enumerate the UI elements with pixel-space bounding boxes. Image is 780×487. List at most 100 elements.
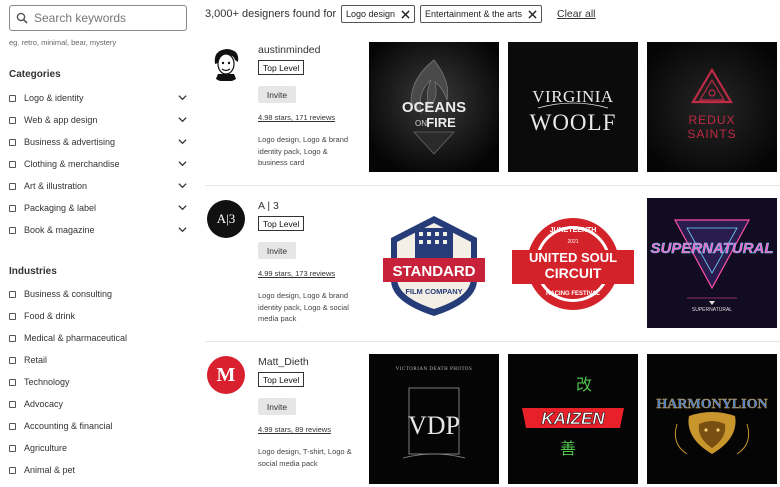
logo-text: WOOLF xyxy=(530,110,617,135)
designer-specialties: Logo design, Logo & brand identity pack,… xyxy=(258,135,349,167)
industry-item[interactable]: Animal & pet xyxy=(9,459,189,481)
level-badge: Top Level xyxy=(258,60,305,75)
designer-card: M Matt_Dieth Top Level Invite 4.99 stars… xyxy=(205,354,780,487)
industry-item[interactable]: Business & consulting xyxy=(9,283,189,305)
level-badge: Top Level xyxy=(258,372,305,387)
checkbox[interactable] xyxy=(9,226,16,234)
category-item[interactable]: Logo & identity xyxy=(9,87,189,109)
invite-button[interactable]: Invite xyxy=(258,86,296,103)
portfolio-thumbnail[interactable]: 改 KAIZEN 善 xyxy=(508,354,638,484)
close-icon[interactable] xyxy=(528,9,537,19)
logo-text: REDUX xyxy=(688,113,735,127)
logo-text: 善 xyxy=(560,439,576,458)
designer-name[interactable]: austinminded xyxy=(258,44,320,56)
category-item[interactable]: Art & illustration xyxy=(9,175,189,197)
chevron-down-icon[interactable] xyxy=(178,115,187,124)
logo-text: KAIZEN xyxy=(541,409,605,428)
avatar[interactable] xyxy=(207,44,245,82)
checkbox[interactable] xyxy=(9,334,16,342)
designer-name[interactable]: A | 3 xyxy=(258,200,279,212)
checkbox[interactable] xyxy=(9,400,16,408)
checkbox[interactable] xyxy=(9,94,16,102)
designer-name[interactable]: Matt_Dieth xyxy=(258,356,309,368)
industry-item[interactable]: Agriculture xyxy=(9,437,189,459)
filter-chip-logo-design[interactable]: Logo design xyxy=(341,5,416,23)
logo-text: VDP xyxy=(408,411,460,440)
industry-item[interactable]: Food & drink xyxy=(9,305,189,327)
search-input[interactable] xyxy=(34,11,174,25)
logo-text: CIRCUIT xyxy=(545,265,602,281)
level-badge: Top Level xyxy=(258,216,305,231)
portfolio-thumbnail[interactable]: STANDARD FILM COMPANY xyxy=(369,198,499,328)
checkbox[interactable] xyxy=(9,116,16,124)
avatar-text: A|3 xyxy=(216,211,236,226)
industry-item[interactable]: Advocacy xyxy=(9,393,189,415)
results-count: 3,000+ designers found for xyxy=(205,8,337,20)
category-item[interactable]: Book & magazine xyxy=(9,219,189,241)
checkbox[interactable] xyxy=(9,160,16,168)
portfolio-thumbnail[interactable]: HARMONYLION xyxy=(647,354,777,484)
portfolio-thumbnail[interactable]: OCEANS ON FIRE xyxy=(369,42,499,172)
invite-button[interactable]: Invite xyxy=(258,242,296,259)
filter-sidebar: eg. retro, minimal, bear, mystery Catego… xyxy=(0,0,200,487)
chevron-down-icon[interactable] xyxy=(178,203,187,212)
chevron-down-icon[interactable] xyxy=(178,93,187,102)
invite-button[interactable]: Invite xyxy=(258,398,296,415)
search-box[interactable] xyxy=(9,5,187,31)
checkbox[interactable] xyxy=(9,312,16,320)
rating-link[interactable]: 4.99 stars, 89 reviews xyxy=(258,425,331,434)
chevron-down-icon[interactable] xyxy=(178,225,187,234)
logo-text: SAINTS xyxy=(687,127,736,141)
chevron-down-icon[interactable] xyxy=(178,159,187,168)
category-label: Web & app design xyxy=(24,115,98,125)
chevron-down-icon[interactable] xyxy=(178,181,187,190)
industry-item[interactable]: Medical & pharmaceutical xyxy=(9,327,189,349)
industries-list: Business & consulting Food & drink Medic… xyxy=(9,283,189,481)
rating-link[interactable]: 4.99 stars, 173 reviews xyxy=(258,269,335,278)
portfolio-thumbnail[interactable]: VICTORIAN DEATH PHOTOS VDP xyxy=(369,354,499,484)
checkbox[interactable] xyxy=(9,138,16,146)
rating-link[interactable]: 4.98 stars, 171 reviews xyxy=(258,113,335,122)
close-icon[interactable] xyxy=(401,9,410,19)
filter-chip-entertainment[interactable]: Entertainment & the arts xyxy=(420,5,543,23)
categories-list: Logo & identity Web & app design Busines… xyxy=(9,87,189,241)
industry-item[interactable]: Accounting & financial xyxy=(9,415,189,437)
category-item[interactable]: Clothing & merchandise xyxy=(9,153,189,175)
logo-text: SUPERNATURAL xyxy=(692,307,732,313)
chevron-down-icon[interactable] xyxy=(178,137,187,146)
portfolio-thumbnail[interactable]: JUNETEENTH 2021 UNITED SOUL CIRCUIT RACI… xyxy=(508,198,638,328)
portfolio-thumbnail[interactable]: VIRGINIA WOOLF xyxy=(508,42,638,172)
logo-text: UNITED SOUL xyxy=(529,250,617,265)
checkbox[interactable] xyxy=(9,422,16,430)
logo-text: FILM COMPANY xyxy=(405,287,462,296)
designer-specialties: Logo design, T-shirt, Logo & social medi… xyxy=(258,447,352,468)
checkbox[interactable] xyxy=(9,356,16,364)
industry-item[interactable]: Technology xyxy=(9,371,189,393)
checkbox[interactable] xyxy=(9,378,16,386)
avatar[interactable]: M xyxy=(207,356,245,394)
checkbox[interactable] xyxy=(9,290,16,298)
search-hint: eg. retro, minimal, bear, mystery xyxy=(9,38,117,47)
industry-label: Agriculture xyxy=(24,443,68,453)
clear-all-link[interactable]: Clear all xyxy=(557,8,596,20)
category-item[interactable]: Business & advertising xyxy=(9,131,189,153)
industry-item[interactable]: Retail xyxy=(9,349,189,371)
industry-label: Accounting & financial xyxy=(24,421,113,431)
portfolio-thumbnail[interactable]: REDUX SAINTS xyxy=(647,42,777,172)
portfolio-thumbnail[interactable]: SUPERNATURAL SUPERNATURAL xyxy=(647,198,777,328)
logo-text: VICTORIAN DEATH PHOTOS xyxy=(396,367,473,372)
checkbox[interactable] xyxy=(9,182,16,190)
category-label: Business & advertising xyxy=(24,137,116,147)
category-item[interactable]: Web & app design xyxy=(9,109,189,131)
avatar[interactable]: A|3 xyxy=(207,200,245,238)
filter-chip-label: Logo design xyxy=(346,9,396,19)
logo-text: STANDARD xyxy=(392,263,475,280)
checkbox[interactable] xyxy=(9,204,16,212)
checkbox[interactable] xyxy=(9,466,16,474)
filter-chip-label: Entertainment & the arts xyxy=(425,9,523,19)
category-item[interactable]: Packaging & label xyxy=(9,197,189,219)
checkbox[interactable] xyxy=(9,444,16,452)
category-label: Book & magazine xyxy=(24,225,95,235)
category-label: Art & illustration xyxy=(24,181,88,191)
logo-text: SUPERNATURAL xyxy=(650,240,773,257)
